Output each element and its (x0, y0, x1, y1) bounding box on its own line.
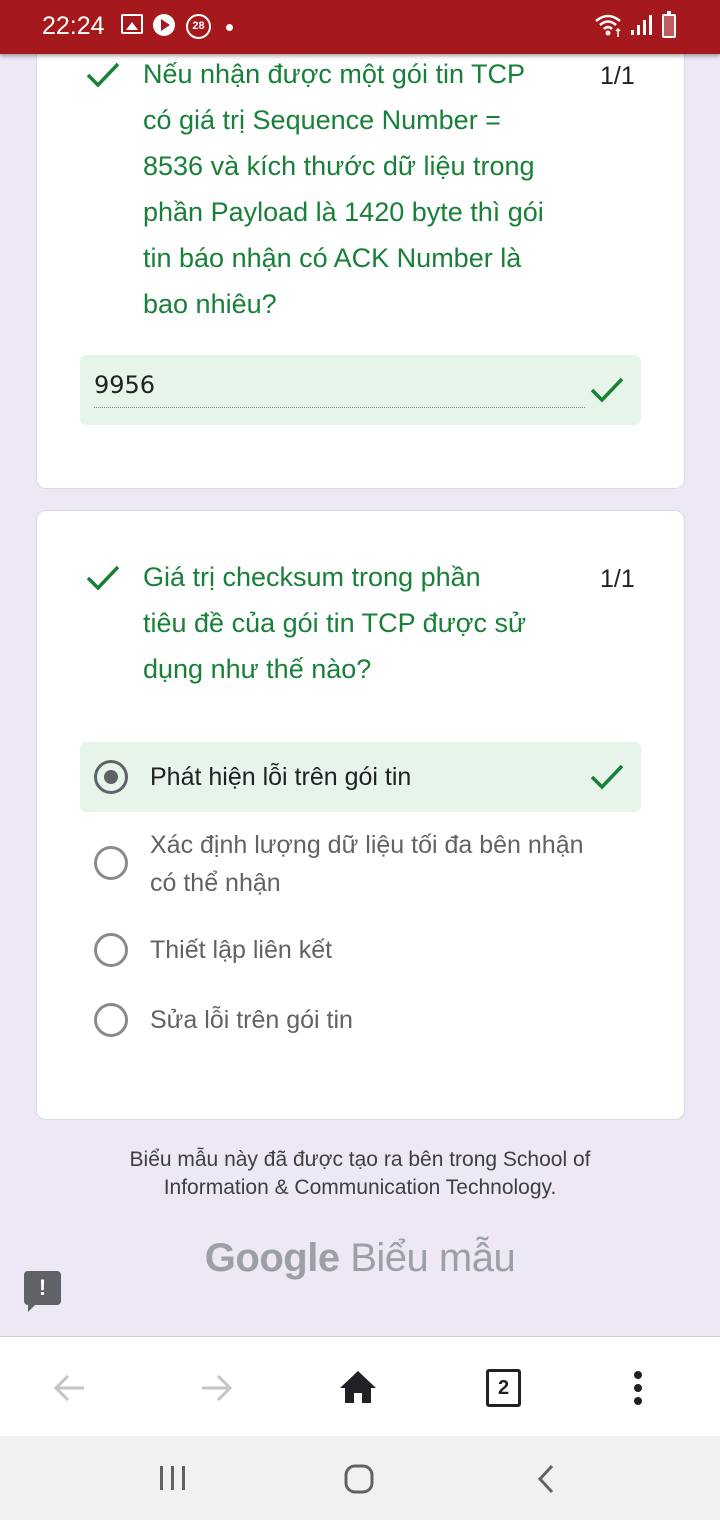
footer-line: Biểu mẫu này đã được tạo ra bên trong Sc… (129, 1148, 591, 1171)
recents-icon[interactable] (156, 1462, 190, 1494)
correct-check-icon (590, 764, 624, 790)
option-label: Sửa lỗi trên gói tin (150, 1006, 353, 1034)
question-card-2: Giá trị checksum trong phần tiêu đề của … (36, 510, 685, 1120)
signal-icon (630, 14, 652, 41)
question-line: Giá trị checksum trong phần (143, 562, 481, 592)
status-time: 22:24 (42, 12, 105, 40)
question-line: tin báo nhận có ACK Number là (143, 243, 522, 273)
option-label: Thiết lập liên kết (150, 936, 333, 964)
status-bar: 22:24 28 (0, 0, 720, 54)
question-line: 8536 và kích thước dữ liệu trong (143, 151, 535, 181)
battery-icon (662, 11, 676, 38)
dot-icon (226, 24, 233, 31)
option-row[interactable]: Sửa lỗi trên gói tin (80, 1001, 641, 1041)
radio-icon[interactable] (94, 933, 128, 967)
radio-selected-icon[interactable] (94, 760, 128, 794)
google-forms-brand[interactable]: Google Biểu mẫu (0, 1236, 720, 1281)
option-row-selected[interactable]: Phát hiện lỗi trên gói tin (80, 742, 641, 812)
home-icon[interactable] (338, 1363, 378, 1413)
radio-icon[interactable] (94, 1003, 128, 1037)
gallery-icon (121, 14, 143, 34)
question-line: tiêu đề của gói tin TCP được sử (143, 608, 527, 638)
question-score: 1/1 (600, 565, 635, 593)
android-navigation-bar (0, 1436, 720, 1520)
question-line: bao nhiêu? (143, 289, 277, 319)
browser-toolbar: 2 (0, 1336, 720, 1436)
correct-check-icon (590, 377, 624, 403)
option-label: Phát hiện lỗi trên gói tin (150, 763, 412, 791)
question-line: Nếu nhận được một gói tin TCP (143, 59, 525, 89)
answer-value: 9956 (94, 371, 156, 399)
brand-product: Biểu mẫu (350, 1236, 516, 1280)
correct-check-icon (86, 565, 120, 591)
wifi-icon (594, 12, 624, 43)
correct-check-icon (86, 62, 120, 88)
question-line: phần Payload là 1420 byte thì gói (143, 197, 544, 227)
badge-icon: 28 (186, 14, 211, 39)
form-footer-note: Biểu mẫu này đã được tạo ra bên trong Sc… (60, 1146, 660, 1202)
tabs-icon[interactable]: 2 (486, 1369, 521, 1407)
option-label-line: Xác định lượng dữ liệu tối đa bên nhận (150, 831, 584, 859)
answer-field: 9956 (80, 355, 641, 425)
more-vert-icon[interactable] (628, 1363, 648, 1413)
footer-line: Information & Communication Technology. (163, 1176, 557, 1199)
radio-icon[interactable] (94, 846, 128, 880)
brand-google: Google (204, 1236, 340, 1280)
back-arrow-icon[interactable] (52, 1363, 88, 1413)
home-button-icon[interactable] (342, 1462, 376, 1496)
question-line: dụng như thế nào? (143, 654, 372, 684)
report-feedback-icon[interactable]: ! (24, 1271, 61, 1312)
play-icon (153, 14, 175, 36)
back-button-icon[interactable] (534, 1462, 560, 1496)
option-label-line: có thể nhận (150, 869, 281, 897)
question-score: 1/1 (600, 62, 635, 90)
option-row[interactable]: Xác định lượng dữ liệu tối đa bên nhận c… (80, 826, 641, 902)
forward-arrow-icon[interactable] (198, 1363, 234, 1413)
question-card-1: Nếu nhận được một gói tin TCP có giá trị… (36, 20, 685, 489)
question-line: có giá trị Sequence Number = (143, 105, 501, 135)
question-title: Nếu nhận được một gói tin TCP có giá trị… (143, 51, 593, 327)
option-row[interactable]: Thiết lập liên kết (80, 931, 641, 971)
option-label: Xác định lượng dữ liệu tối đa bên nhận c… (150, 826, 630, 902)
answer-underline (94, 407, 585, 408)
question-title: Giá trị checksum trong phần tiêu đề của … (143, 554, 593, 692)
